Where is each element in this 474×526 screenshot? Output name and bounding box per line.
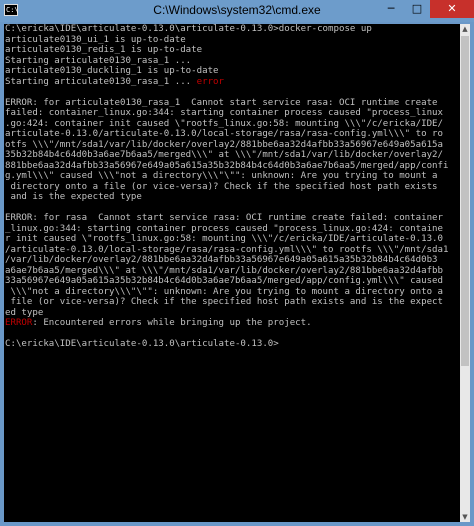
console-line-text: directory onto a file (or vice-versa)? C… (5, 181, 438, 192)
console-line: file (or vice-versa)? Check if the speci… (4, 297, 460, 308)
console-line-text: Starting articulate0130_rasa_1 ... (5, 76, 197, 87)
console-line: failed: container_linux.go:344: starting… (4, 108, 460, 119)
console-line: 881bbe6aa32d4afbb33a56967e649a05a615a35b… (4, 161, 460, 172)
console-line-text: ERROR: for articulate0130_rasa_1 Cannot … (5, 97, 438, 108)
console-line: .go:424: container init caused \"rootfs_… (4, 119, 460, 130)
console-line: ERROR: for articulate0130_rasa_1 Cannot … (4, 98, 460, 109)
console-line-text: g.yml\\\" caused \\\"not a directory\\\"… (5, 171, 438, 181)
console-line: C:\ericka\IDE\articulate-0.13.0\articula… (4, 339, 460, 350)
console-line: g.yml\\\" caused \\\"not a directory\\\"… (4, 171, 460, 182)
error-status: error (196, 76, 224, 87)
error-prefix: ERROR (5, 318, 33, 328)
console-line: directory onto a file (or vice-versa)? C… (4, 182, 460, 193)
console-line: /var/lib/docker/overlay2/881bbe6aa32d4af… (4, 255, 460, 266)
console-line-text: 33a56967e649a05a615a35b32b84b4c64d0b3a6a… (5, 276, 443, 286)
console-line-text: articulate-0.13.0/articulate-0.13.0/loca… (5, 129, 443, 139)
scroll-up-icon[interactable]: ▲ (460, 24, 470, 34)
title-bar[interactable]: C:\ C:\Windows\system32\cmd.exe ─ □ ✕ (0, 0, 474, 22)
console-line: articulate-0.13.0/articulate-0.13.0/loca… (4, 129, 460, 140)
console-line: Starting articulate0130_rasa_1 ... (4, 56, 460, 67)
console-line: articulate0130_ui_1 is up-to-date (4, 35, 460, 46)
console-line-text: /articulate-0.13.0/local-storage/rasa/ra… (5, 244, 449, 255)
console-line-text: articulate0130_ui_1 is up-to-date (5, 34, 186, 45)
console-line-text: Starting articulate0130_rasa_1 ... (5, 55, 192, 66)
console-line: 35b32b84b4c64d0b3a6ae7b6aa5/merged\\\" a… (4, 150, 460, 161)
console-line: ERROR: Encountered errors while bringing… (4, 318, 460, 329)
console-line-text: C:\ericka\IDE\articulate-0.13.0\articula… (5, 339, 279, 349)
scroll-thumb[interactable] (461, 36, 469, 366)
scroll-down-icon[interactable]: ▼ (460, 512, 470, 522)
console-line: ERROR: for rasa Cannot start service ras… (4, 213, 460, 224)
console-line-text: C:\ericka\IDE\articulate-0.13.0\articula… (5, 24, 372, 34)
console-line-text: file (or vice-versa)? Check if the speci… (5, 297, 443, 307)
console-line: r init caused \"rootfs_linux.go:58: moun… (4, 234, 460, 245)
console-line-text: articulate0130_duckling_1 is up-to-date (5, 66, 219, 76)
console-line-text: \\\"not a directory\\\"\"": unknown: Are… (5, 286, 443, 297)
console-line-text: r init caused \"rootfs_linux.go:58: moun… (5, 234, 443, 244)
console-line: _linux.go:344: starting container proces… (4, 224, 460, 235)
console-line: a6ae7b6aa5/merged\\\" at \\\"/mnt/sda1/v… (4, 266, 460, 277)
window-controls: ─ □ ✕ (378, 0, 474, 20)
console-line-text: otfs \\\"/mnt/sda1/var/lib/docker/overla… (5, 139, 443, 150)
console-line: articulate0130_redis_1 is up-to-date (4, 45, 460, 56)
console-line-text: _linux.go:344: starting container proces… (5, 223, 443, 234)
console-line-text: failed: container_linux.go:344: starting… (5, 108, 443, 118)
vertical-scrollbar[interactable]: ▲ ▼ (460, 24, 470, 522)
console-line: otfs \\\"/mnt/sda1/var/lib/docker/overla… (4, 140, 460, 151)
console-line: and is the expected type (4, 192, 460, 203)
console-line-text: and is the expected type (5, 192, 142, 202)
console-line: 33a56967e649a05a615a35b32b84b4c64d0b3a6a… (4, 276, 460, 287)
console-output[interactable]: C:\ericka\IDE\articulate-0.13.0\articula… (4, 24, 460, 522)
console-line-text: ERROR: for rasa Cannot start service ras… (5, 213, 443, 223)
console-line-text: ed type (5, 307, 44, 318)
console-line: \\\"not a directory\\\"\"": unknown: Are… (4, 287, 460, 298)
close-button[interactable]: ✕ (430, 0, 474, 18)
console-line: Starting articulate0130_rasa_1 ... error (4, 77, 460, 88)
maximize-button[interactable]: □ (404, 0, 430, 18)
console-line-text: 881bbe6aa32d4afbb33a56967e649a05a615a35b… (5, 160, 449, 171)
console-line-text: /var/lib/docker/overlay2/881bbe6aa32d4af… (5, 255, 438, 265)
console-line-text: a6ae7b6aa5/merged\\\" at \\\"/mnt/sda1/v… (5, 265, 443, 276)
console-line: articulate0130_duckling_1 is up-to-date (4, 66, 460, 77)
console-line-text: 35b32b84b4c64d0b3a6ae7b6aa5/merged\\\" a… (5, 150, 443, 160)
minimize-button[interactable]: ─ (378, 0, 404, 18)
console-line-text: .go:424: container init caused \"rootfs_… (5, 118, 443, 129)
cmd-window: C:\ C:\Windows\system32\cmd.exe ─ □ ✕ C:… (0, 0, 474, 526)
console-line: ed type (4, 308, 460, 319)
console-line: C:\ericka\IDE\articulate-0.13.0\articula… (4, 24, 460, 35)
console-line-text: articulate0130_redis_1 is up-to-date (5, 45, 203, 55)
console-line-text: : Encountered errors while bringing up t… (32, 318, 312, 328)
console-line: /articulate-0.13.0/local-storage/rasa/ra… (4, 245, 460, 256)
